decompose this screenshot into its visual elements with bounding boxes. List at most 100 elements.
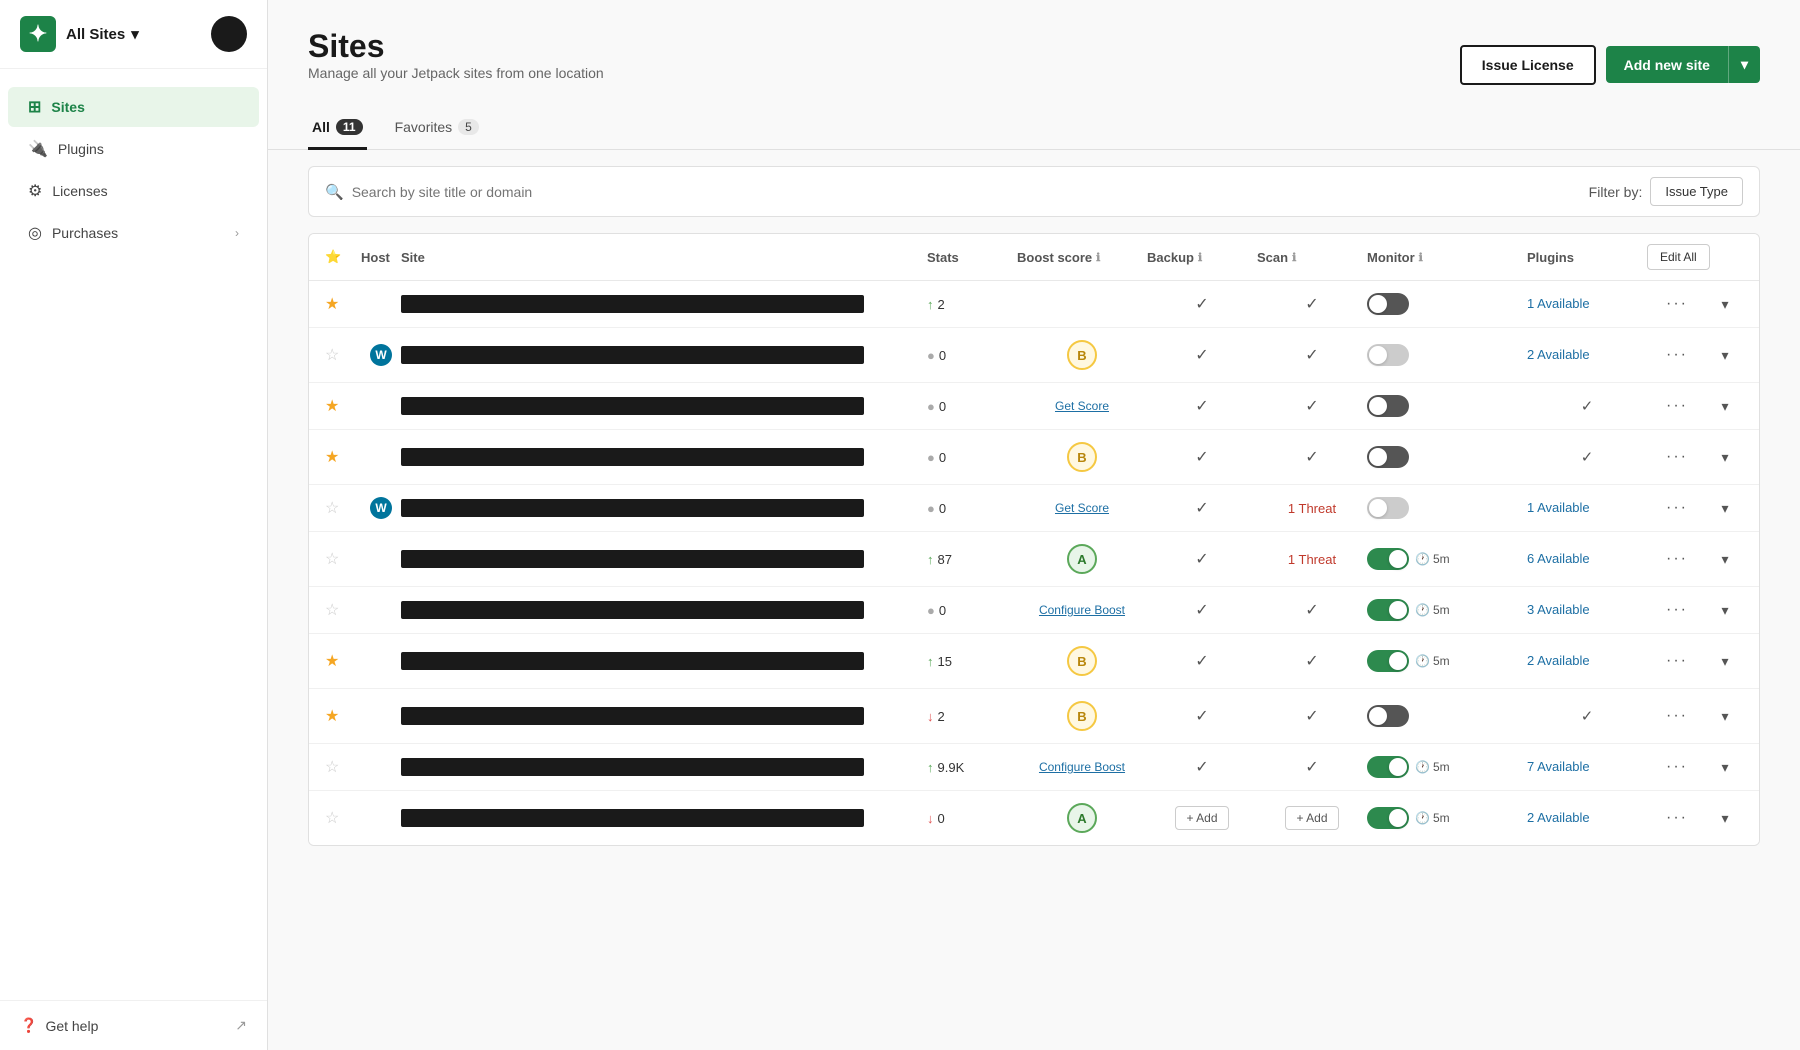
- scan-threat-badge[interactable]: 1 Threat: [1288, 552, 1336, 567]
- plugins-available[interactable]: 1 Available: [1527, 296, 1590, 311]
- expand-row-button[interactable]: ▾: [1707, 449, 1743, 466]
- star-toggle[interactable]: ☆: [325, 498, 361, 518]
- monitor-toggle[interactable]: [1367, 497, 1409, 519]
- monitor-toggle[interactable]: [1367, 293, 1409, 315]
- plugins-available[interactable]: 6 Available: [1527, 551, 1590, 566]
- expand-row-button[interactable]: ▾: [1707, 708, 1743, 725]
- star-toggle[interactable]: ★: [325, 706, 361, 726]
- expand-row-button[interactable]: ▾: [1707, 347, 1743, 364]
- expand-row-button[interactable]: ▾: [1707, 759, 1743, 776]
- monitor-time: 🕐5m: [1415, 654, 1450, 668]
- th-site: Site: [401, 250, 927, 265]
- monitor-toggle[interactable]: [1367, 756, 1409, 778]
- star-toggle[interactable]: ☆: [325, 600, 361, 620]
- more-options-button[interactable]: ···: [1647, 601, 1707, 619]
- scan-cell: ✓: [1257, 600, 1367, 620]
- scan-check-icon: ✓: [1305, 600, 1318, 620]
- scan-cell: ✓: [1257, 294, 1367, 314]
- boost-badge: B: [1067, 646, 1097, 676]
- stats-cell: ● 0: [927, 450, 1017, 465]
- monitor-toggle[interactable]: [1367, 446, 1409, 468]
- tab-favorites[interactable]: Favorites 5: [391, 107, 483, 150]
- backup-cell: ✓: [1147, 757, 1257, 777]
- boost-link[interactable]: Get Score: [1055, 399, 1109, 413]
- expand-row-button[interactable]: ▾: [1707, 398, 1743, 415]
- expand-row-button[interactable]: ▾: [1707, 653, 1743, 670]
- monitor-info-icon[interactable]: ℹ: [1419, 251, 1423, 264]
- add-new-site-button[interactable]: Add new site ▾: [1606, 46, 1760, 83]
- more-options-button[interactable]: ···: [1647, 809, 1707, 827]
- scan-cell: ✓: [1257, 651, 1367, 671]
- plugins-available[interactable]: 3 Available: [1527, 602, 1590, 617]
- all-sites-selector[interactable]: All Sites ▾: [66, 25, 139, 43]
- avatar[interactable]: [211, 16, 247, 52]
- plugins-available[interactable]: 7 Available: [1527, 759, 1590, 774]
- monitor-cell: [1367, 344, 1527, 366]
- plugins-available[interactable]: 1 Available: [1527, 500, 1590, 515]
- expand-row-button[interactable]: ▾: [1707, 810, 1743, 827]
- sidebar-item-purchases[interactable]: ◎ Purchases ›: [8, 213, 259, 253]
- scan-threat-badge[interactable]: 1 Threat: [1288, 501, 1336, 516]
- backup-info-icon[interactable]: ℹ: [1198, 251, 1202, 264]
- star-toggle[interactable]: ☆: [325, 757, 361, 777]
- expand-row-button[interactable]: ▾: [1707, 602, 1743, 619]
- boost-link[interactable]: Configure Boost: [1039, 603, 1125, 617]
- monitor-toggle[interactable]: [1367, 344, 1409, 366]
- monitor-toggle[interactable]: [1367, 395, 1409, 417]
- monitor-toggle[interactable]: [1367, 599, 1409, 621]
- monitor-toggle[interactable]: [1367, 807, 1409, 829]
- star-toggle[interactable]: ☆: [325, 808, 361, 828]
- plugins-available[interactable]: 2 Available: [1527, 810, 1590, 825]
- star-toggle[interactable]: ★: [325, 294, 361, 314]
- boost-link[interactable]: Configure Boost: [1039, 760, 1125, 774]
- more-options-button[interactable]: ···: [1647, 707, 1707, 725]
- star-toggle[interactable]: ★: [325, 396, 361, 416]
- star-toggle[interactable]: ☆: [325, 549, 361, 569]
- toggle-knob: [1389, 550, 1407, 568]
- issue-license-button[interactable]: Issue License: [1460, 45, 1596, 85]
- monitor-toggle[interactable]: [1367, 548, 1409, 570]
- more-options-button[interactable]: ···: [1647, 295, 1707, 313]
- backup-check-icon: ✓: [1195, 294, 1208, 314]
- star-toggle[interactable]: ☆: [325, 345, 361, 365]
- plugins-available[interactable]: 2 Available: [1527, 653, 1590, 668]
- more-options-button[interactable]: ···: [1647, 758, 1707, 776]
- more-options-button[interactable]: ···: [1647, 550, 1707, 568]
- scan-add-button[interactable]: + Add: [1285, 806, 1338, 830]
- plugins-cell: 3 Available: [1527, 601, 1647, 619]
- plugins-cell: 7 Available: [1527, 758, 1647, 776]
- scan-info-icon[interactable]: ℹ: [1292, 251, 1296, 264]
- expand-row-button[interactable]: ▾: [1707, 500, 1743, 517]
- tab-all[interactable]: All 11: [308, 107, 367, 150]
- sidebar-item-sites[interactable]: ⊞ Sites: [8, 87, 259, 127]
- filter-issue-type-button[interactable]: Issue Type: [1650, 177, 1743, 206]
- expand-row-button[interactable]: ▾: [1707, 296, 1743, 313]
- sidebar-item-label: Purchases: [52, 225, 118, 241]
- header-actions: Issue License Add new site ▾: [1460, 45, 1760, 85]
- more-options-button[interactable]: ···: [1647, 448, 1707, 466]
- stats-cell: ● 0: [927, 603, 1017, 618]
- monitor-toggle[interactable]: [1367, 705, 1409, 727]
- backup-check-icon: ✓: [1195, 345, 1208, 365]
- plugins-available[interactable]: 2 Available: [1527, 347, 1590, 362]
- external-link-icon[interactable]: ↗: [235, 1017, 247, 1034]
- backup-add-button[interactable]: + Add: [1175, 806, 1228, 830]
- monitor-toggle[interactable]: [1367, 650, 1409, 672]
- sidebar-item-plugins[interactable]: 🔌 Plugins: [8, 129, 259, 169]
- plugins-cell: 1 Available: [1527, 295, 1647, 313]
- more-options-button[interactable]: ···: [1647, 397, 1707, 415]
- star-toggle[interactable]: ★: [325, 447, 361, 467]
- edit-all-button[interactable]: Edit All: [1647, 244, 1710, 270]
- help-icon: ❓: [20, 1017, 37, 1034]
- boost-link[interactable]: Get Score: [1055, 501, 1109, 515]
- search-input[interactable]: [352, 184, 1589, 200]
- get-help-button[interactable]: ❓ Get help: [20, 1017, 98, 1034]
- expand-row-button[interactable]: ▾: [1707, 551, 1743, 568]
- more-options-button[interactable]: ···: [1647, 346, 1707, 364]
- sidebar-item-licenses[interactable]: ⚙ Licenses: [8, 171, 259, 211]
- more-options-button[interactable]: ···: [1647, 499, 1707, 517]
- more-options-button[interactable]: ···: [1647, 652, 1707, 670]
- star-toggle[interactable]: ★: [325, 651, 361, 671]
- add-new-site-chevron-icon[interactable]: ▾: [1728, 46, 1760, 83]
- boost-info-icon[interactable]: ℹ: [1096, 251, 1100, 264]
